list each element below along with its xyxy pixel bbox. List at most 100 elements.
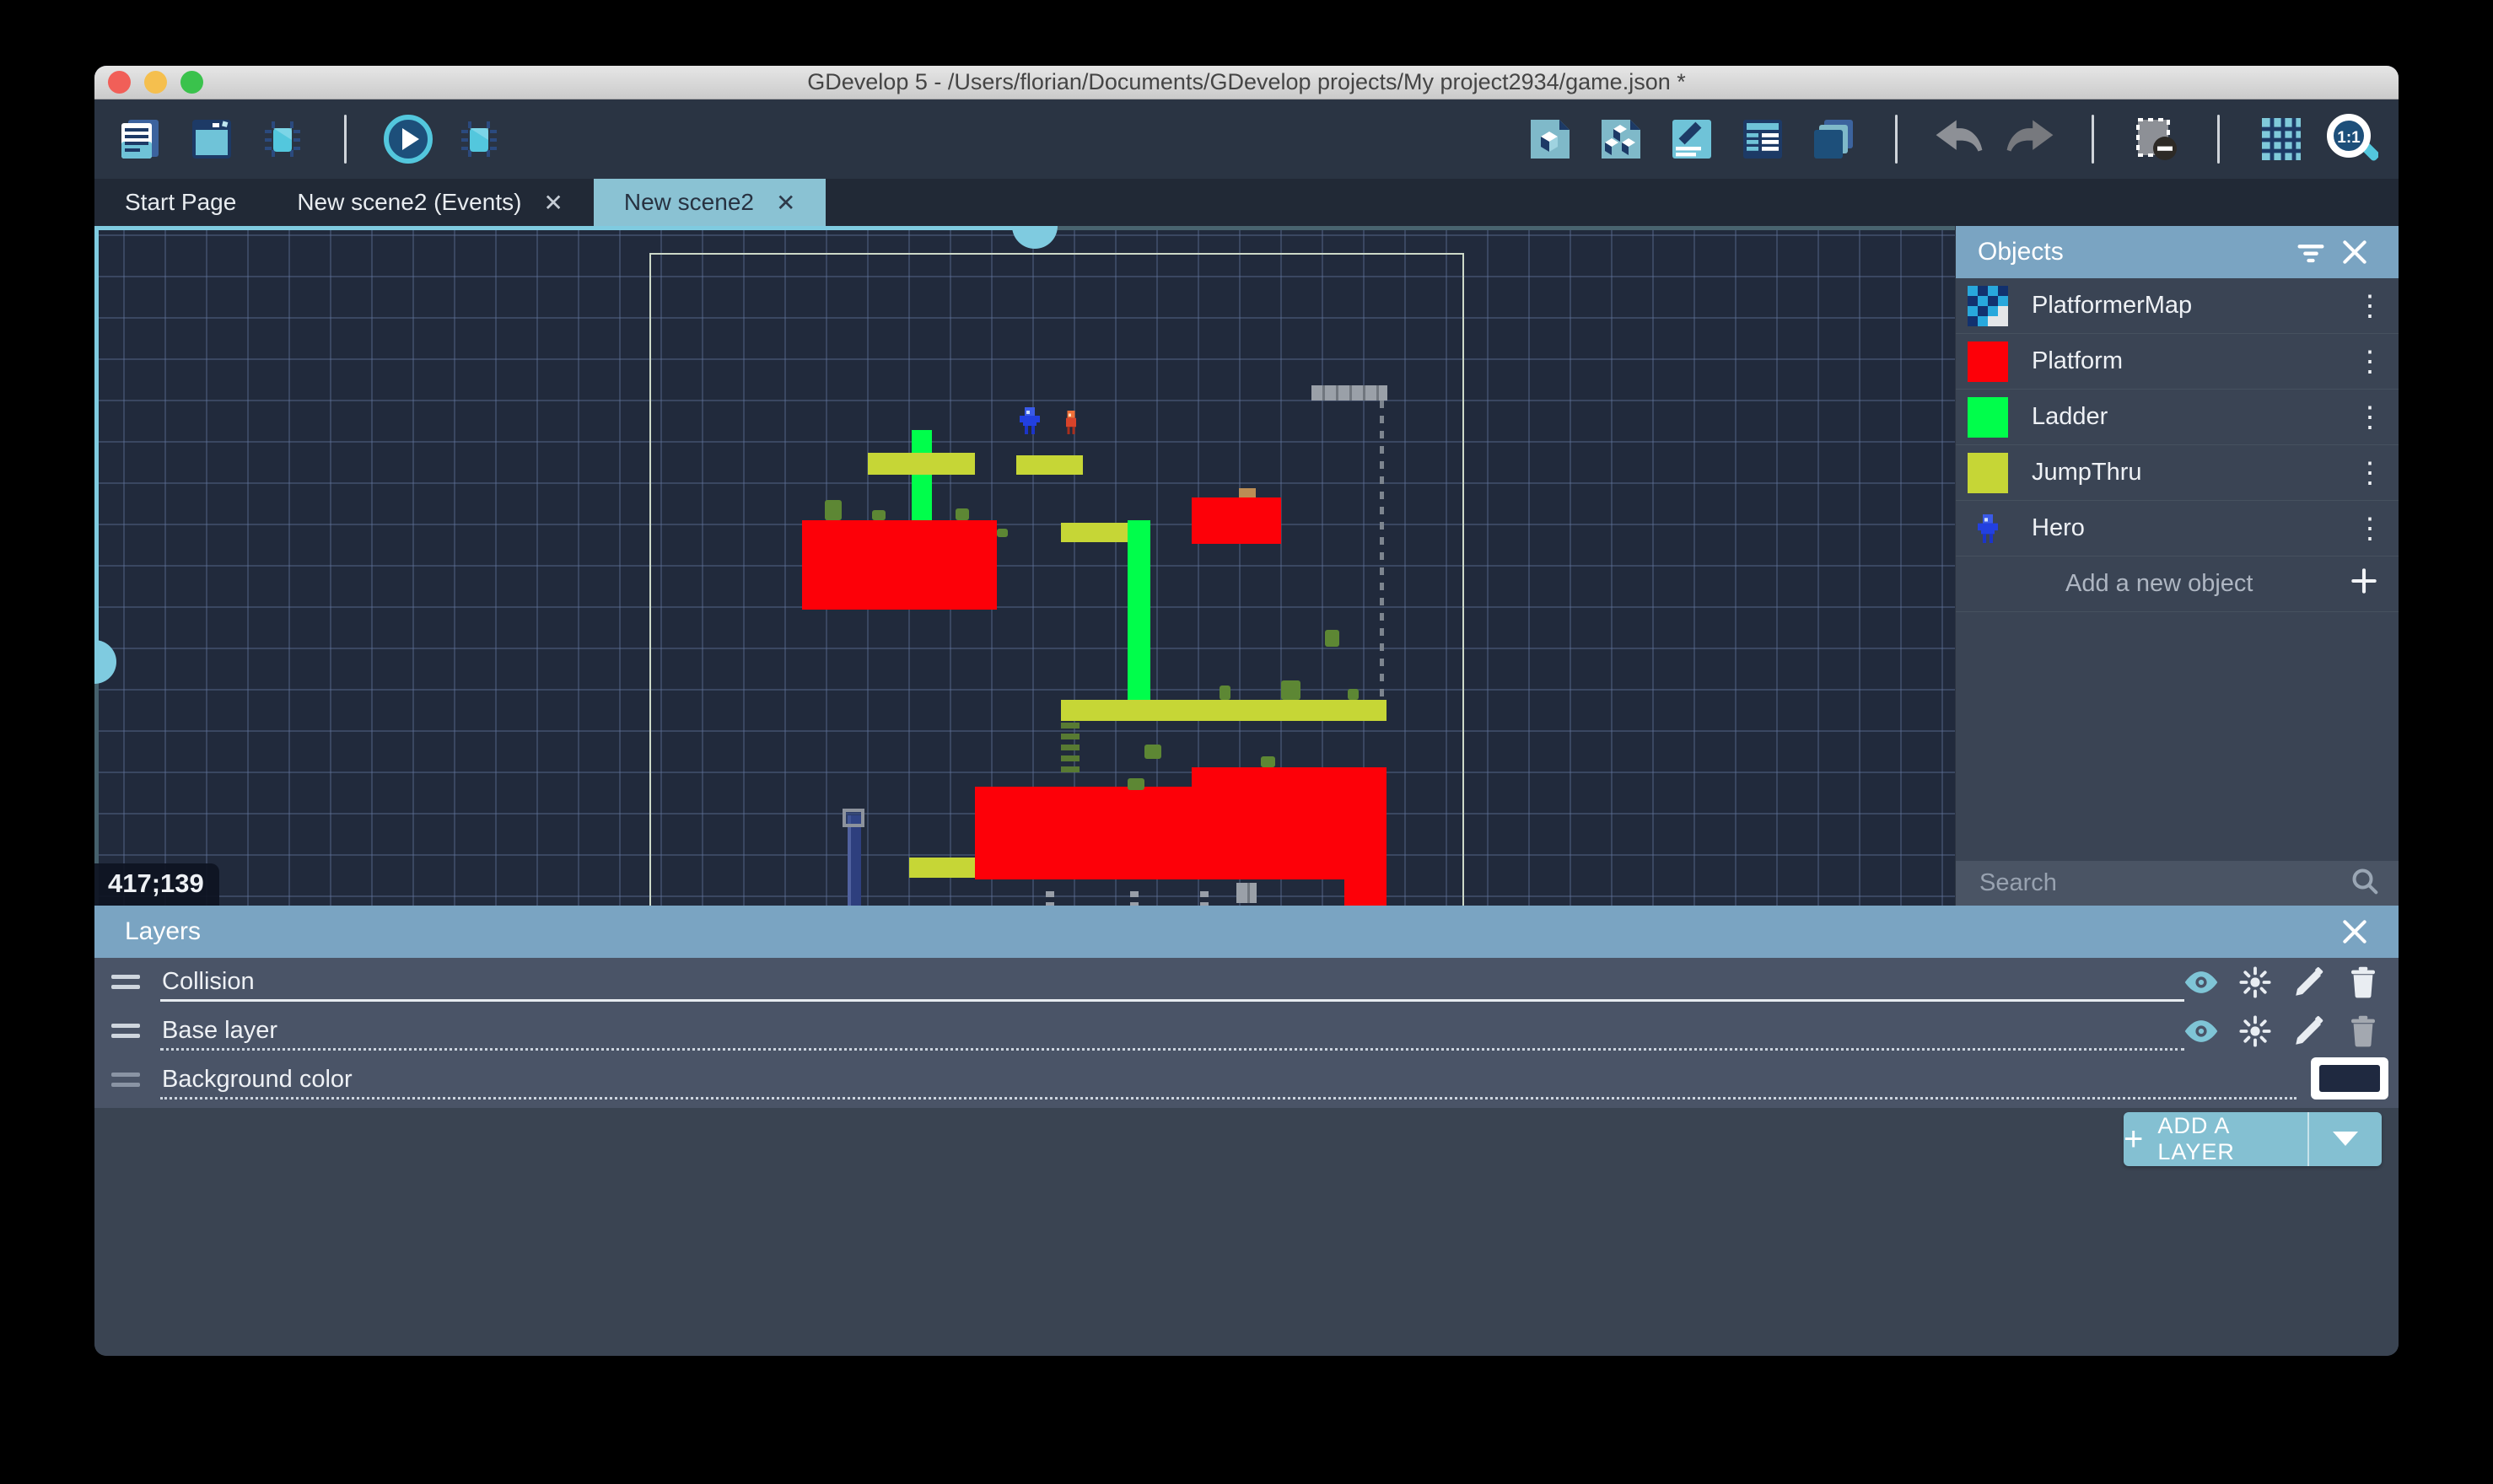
layers-icon[interactable] [1807,113,1860,165]
plus-icon [2348,565,2380,604]
scene-object-jumpthru[interactable] [1016,455,1083,475]
layer-name[interactable]: Collision [162,968,255,996]
scene-object-vdash[interactable] [1380,401,1384,721]
close-tab-icon[interactable]: ✕ [543,189,563,217]
tab-label: New scene2 [624,189,754,216]
scene-object-hero[interactable] [1020,407,1040,434]
scene-object-veg[interactable] [1261,756,1275,767]
scene-object-cap[interactable] [843,809,864,827]
object-row-platformermap[interactable]: PlatformerMap⋮ [1956,278,2399,334]
scene-object-platform[interactable] [1344,879,1386,906]
scene-object-jumpthru[interactable] [868,453,975,475]
close-window-button[interactable] [108,71,131,94]
objects-editor-icon[interactable] [1524,113,1576,165]
scene-object-platform[interactable] [975,787,1344,879]
object-menu-dots-icon[interactable]: ⋮ [2353,401,2387,434]
scene-object-veg[interactable] [1220,686,1230,700]
scene-object-veg[interactable] [872,510,886,520]
scene-object-chain[interactable] [1130,891,1139,906]
scene-object-ladder[interactable] [912,430,932,520]
scene-object-veg[interactable] [1144,745,1161,759]
scene-object-veg[interactable] [997,529,1008,537]
scene-object-bricks[interactable] [1311,385,1387,401]
close-icon[interactable] [2333,230,2377,274]
close-icon[interactable] [2333,910,2377,954]
trash-icon[interactable] [2336,1007,2390,1056]
properties-icon[interactable] [1666,113,1718,165]
instances-list-icon[interactable] [1736,113,1789,165]
layer-name[interactable]: Background color [162,1066,353,1094]
scene-object-chain[interactable] [1200,891,1209,906]
object-menu-dots-icon[interactable]: ⋮ [2353,345,2387,379]
tab-new-scene2[interactable]: New scene2 ✕ [594,179,827,226]
scene-object-platform[interactable] [802,520,997,610]
scene-object-veg[interactable] [825,500,842,520]
search-input[interactable] [1978,868,2348,898]
drag-handle-icon[interactable] [111,1018,140,1044]
scene-object-chain[interactable] [1046,891,1054,906]
play-preview-icon[interactable] [382,113,434,165]
horizontal-scrollbar[interactable] [94,226,1955,230]
filter-icon[interactable] [2289,230,2333,274]
drag-handle-icon[interactable] [111,1067,140,1093]
effects-icon[interactable] [2228,958,2282,1007]
object-row-jumpthru[interactable]: JumpThru⋮ [1956,445,2399,501]
scene-instances [100,226,1955,906]
scene-editor-icon[interactable] [186,113,238,165]
eye-icon[interactable] [2174,1007,2228,1056]
scene-object-veg[interactable] [1348,689,1359,700]
vertical-scrollbar[interactable] [94,226,99,906]
grid-icon[interactable] [2255,113,2307,165]
drag-handle-icon[interactable] [111,969,140,995]
scene-object-pole[interactable] [848,815,861,906]
layers-panel-title: Layers [125,917,201,946]
effects-icon[interactable] [2228,1007,2282,1056]
object-menu-dots-icon[interactable]: ⋮ [2353,456,2387,490]
scene-object-jumpthru[interactable] [1061,700,1386,721]
tab-start-page[interactable]: Start Page [94,179,267,226]
layer-row-background-color[interactable]: Background color [94,1056,2399,1105]
scene-object-jumpthru[interactable] [909,858,975,878]
trash-icon[interactable] [2336,958,2390,1007]
debugger-icon[interactable] [256,113,309,165]
add-layer-button[interactable]: + ADD A LAYER [2124,1112,2382,1166]
close-tab-icon[interactable]: ✕ [776,189,795,217]
edit-icon[interactable] [2282,1007,2336,1056]
scene-object-moss[interactable] [1061,723,1080,776]
scene-object-jumpthru[interactable] [1061,523,1128,542]
debug-preview-icon[interactable] [453,113,505,165]
layer-row-base-layer[interactable]: Base layer [94,1007,2399,1056]
zoom-original-icon[interactable]: 1:1 [2326,113,2378,165]
zoom-window-button[interactable] [180,71,203,94]
scene-object-bricks[interactable] [1236,883,1257,903]
toolbar-separator [2217,115,2220,164]
scene-object-crate[interactable] [1239,488,1256,497]
scene-object-ladder[interactable] [1128,520,1150,702]
add-new-object-button[interactable]: Add a new object [1956,556,2399,612]
minimize-window-button[interactable] [144,71,167,94]
project-manager-icon[interactable] [115,113,167,165]
scene-canvas[interactable]: 417;139 [94,226,1955,906]
eye-icon[interactable] [2174,958,2228,1007]
object-menu-dots-icon[interactable]: ⋮ [2353,289,2387,323]
redo-icon[interactable] [2004,113,2056,165]
scene-object-platform[interactable] [1192,497,1281,544]
scene-object-veg[interactable] [1325,630,1339,647]
scene-object-veg[interactable] [1128,778,1144,790]
scene-object-veg[interactable] [956,508,969,520]
edit-icon[interactable] [2282,958,2336,1007]
scene-object-enemy[interactable] [1063,411,1079,434]
object-row-ladder[interactable]: Ladder⋮ [1956,390,2399,445]
undo-icon[interactable] [1933,113,1985,165]
add-layer-dropdown[interactable] [2307,1112,2382,1166]
scene-object-veg[interactable] [1281,680,1300,700]
layer-row-collision[interactable]: Collision [94,958,2399,1007]
layer-name[interactable]: Base layer [162,1017,277,1045]
tab-new-scene2-events-[interactable]: New scene2 (Events)✕ [267,179,594,226]
object-menu-dots-icon[interactable]: ⋮ [2353,512,2387,546]
background-color-swatch[interactable] [2311,1057,2388,1100]
object-groups-icon[interactable] [1595,113,1647,165]
object-row-platform[interactable]: Platform⋮ [1956,334,2399,390]
screenshot-icon[interactable] [2130,113,2182,165]
object-row-hero[interactable]: Hero⋮ [1956,501,2399,556]
